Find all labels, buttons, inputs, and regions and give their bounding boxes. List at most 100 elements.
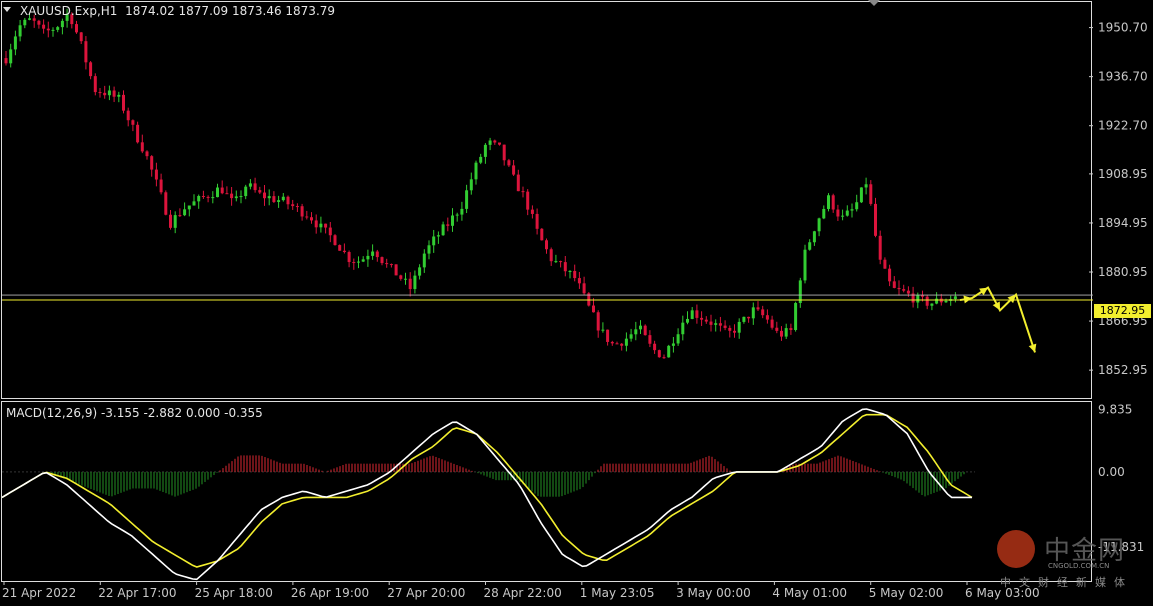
candle-body [404,278,407,280]
candle-body [789,328,793,330]
candle-body [554,261,558,263]
x-tick-label: 26 Apr 19:00 [291,586,369,600]
chart-canvas: 1950.70 1936.70 1922.70 1908.95 1894.95 1880.… [0,0,1153,602]
candle-body [37,20,41,25]
candle-body [60,20,64,28]
candle-body [211,197,215,199]
candle-body [516,174,520,192]
candle-body [352,262,356,264]
candle-body [394,264,398,276]
candle-body [145,151,149,157]
candle-body [624,338,628,346]
candle-body [286,196,290,205]
candle-body [136,124,140,143]
watermark-logo: 中金网 CNGOLD.COM.CN 中文财经新媒体 [994,528,1144,590]
candle-body [822,208,826,219]
candle-body [751,307,755,319]
candle-body [107,90,111,96]
candle-body [42,24,46,29]
candle-body [46,28,50,31]
candle-body [794,302,798,330]
macd-header: MACD(12,26,9) -3.155 -2.882 0.000 -0.355 [6,406,263,420]
candle-body [803,249,807,281]
candle-body [770,319,774,328]
ohlc-values: 1874.02 1877.09 1873.46 1873.79 [125,4,336,18]
candle-body [869,184,873,204]
chart-window[interactable]: 1950.70 1936.70 1922.70 1908.95 1894.95 1880.… [0,0,1153,602]
candle-body [953,296,957,300]
y-tick-label: 1936.70 [1098,70,1148,84]
candle-body [131,120,135,125]
candle-body [841,215,845,217]
candle-body [422,253,426,268]
candle-body [98,92,102,94]
candle-body [126,110,130,121]
candle-body [530,209,534,214]
y-tick-label: 1880.95 [1098,265,1148,279]
candle-body [765,315,769,320]
candle-body [657,350,661,358]
candle-body [197,195,201,202]
x-tick-label: 5 May 02:00 [869,586,944,600]
candle-body [686,318,689,323]
candle-body [855,202,859,210]
candle-body [385,263,389,265]
candle-body [23,19,27,26]
candle-body [187,205,191,210]
candle-body [342,250,346,253]
candle-body [836,209,840,217]
candle-body [756,307,760,310]
candle-body [281,196,285,201]
candle-body [648,335,652,344]
candle-body [361,259,365,262]
candle-body [695,310,699,318]
macd-y-tick-label: 9.835 [1098,402,1132,416]
candle-body [827,195,830,209]
candle-body [512,165,516,175]
x-tick-label: 27 Apr 20:00 [387,586,465,600]
candle-body [216,187,219,198]
candle-body [944,300,948,303]
candle-body [535,213,539,229]
candle-body [502,144,506,161]
x-tick-label: 4 May 01:00 [772,586,847,600]
candle-body [389,264,393,266]
candle-body [436,235,440,237]
candle-body [704,319,708,322]
candle-body [545,240,548,250]
candle-body [28,18,31,20]
candle-body [639,325,642,330]
current-price-tag: 1872.95 [1094,304,1151,318]
x-tick-label: 3 May 00:00 [676,586,751,600]
candle-body [728,327,732,331]
candle-body [582,283,586,294]
candle-body [399,275,403,279]
candle-body [681,322,685,335]
candle-body [295,206,299,208]
x-tick-label: 21 Apr 2022 [2,586,76,600]
candle-body [319,223,323,228]
candle-body [817,218,821,232]
candle-body [916,294,920,303]
candle-body [32,18,36,21]
candle-body [277,200,281,202]
watermark-cn: 中文财经新媒体 [1000,576,1133,589]
candle-body [366,255,370,260]
candle-body [192,201,196,206]
symbol-name[interactable]: XAUUSD.Exp,H1 [20,4,117,18]
candle-body [723,325,727,328]
candle-body [451,215,454,226]
candle-body [140,142,144,152]
candle-body [775,327,779,331]
candle-body [714,323,718,325]
candle-body [643,325,647,336]
candle-body [859,187,863,203]
candle-body [239,196,243,198]
candle-body [469,179,473,191]
candle-body [79,32,83,42]
candle-body [230,193,234,199]
y-tick-label: 1922.70 [1098,119,1148,133]
candle-body [742,316,746,322]
candle-body [267,196,271,199]
candle-body [874,203,877,236]
